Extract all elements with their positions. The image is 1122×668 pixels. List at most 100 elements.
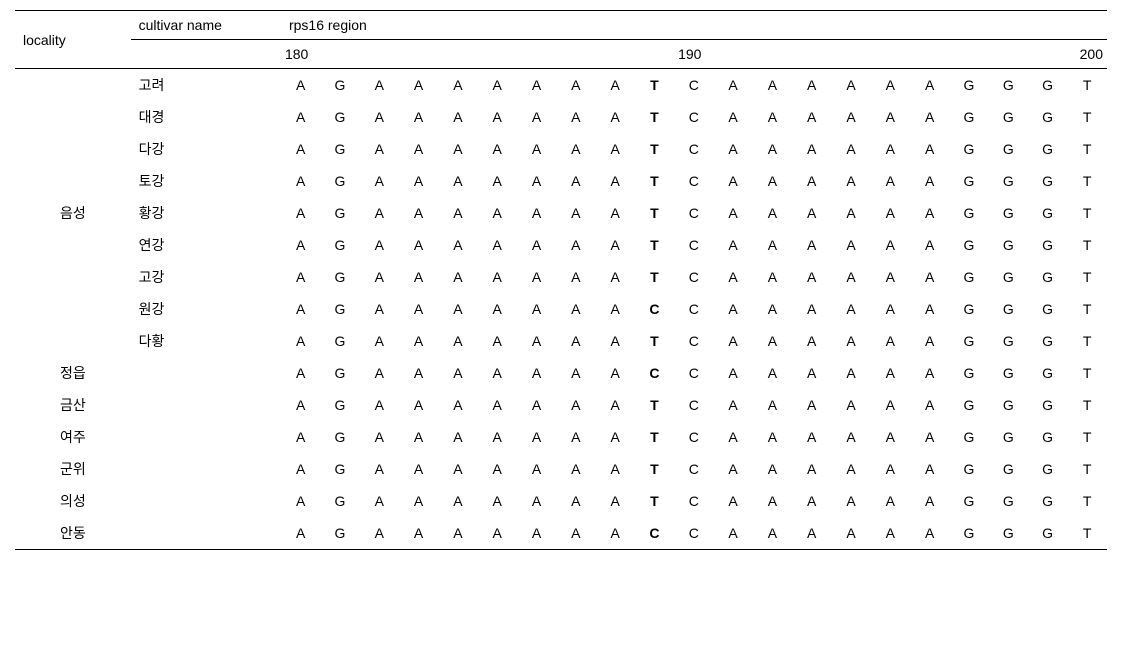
base-cell: A xyxy=(399,517,438,550)
base-cell: A xyxy=(438,485,477,517)
base-cell: A xyxy=(556,101,595,133)
base-cell: A xyxy=(713,293,752,325)
base-cell: A xyxy=(281,133,320,165)
base-cell: A xyxy=(478,293,517,325)
base-cell: A xyxy=(556,389,595,421)
base-cell: T xyxy=(1067,325,1107,357)
base-cell: A xyxy=(871,325,910,357)
base-cell: G xyxy=(949,389,988,421)
base-cell: T xyxy=(1067,485,1107,517)
base-cell: A xyxy=(517,453,556,485)
base-cell: A xyxy=(478,357,517,389)
base-cell: T xyxy=(1067,453,1107,485)
base-cell: G xyxy=(320,389,359,421)
base-cell: A xyxy=(753,197,792,229)
base-cell: A xyxy=(399,453,438,485)
cultivar-cell xyxy=(131,357,281,389)
base-cell: A xyxy=(753,325,792,357)
base-cell: T xyxy=(635,197,674,229)
base-cell: C xyxy=(635,293,674,325)
base-cell: A xyxy=(281,325,320,357)
base-cell: A xyxy=(713,485,752,517)
base-cell: A xyxy=(281,453,320,485)
base-cell: T xyxy=(635,101,674,133)
base-cell: A xyxy=(713,421,752,453)
table-row: 연강AGAAAAAAATCAAAAAAGGGT xyxy=(15,229,1107,261)
base-cell: A xyxy=(595,453,634,485)
base-cell: A xyxy=(399,485,438,517)
base-cell: A xyxy=(517,197,556,229)
base-cell: G xyxy=(320,69,359,102)
base-cell: G xyxy=(949,485,988,517)
base-cell: G xyxy=(989,357,1028,389)
base-cell: A xyxy=(753,293,792,325)
header-locality: locality xyxy=(15,11,131,69)
base-cell: A xyxy=(595,165,634,197)
base-cell: A xyxy=(478,325,517,357)
base-cell: G xyxy=(949,101,988,133)
base-cell: A xyxy=(831,133,870,165)
base-cell: T xyxy=(635,229,674,261)
table-row: 다황AGAAAAAAATCAAAAAAGGGT xyxy=(15,325,1107,357)
base-cell: A xyxy=(438,453,477,485)
base-cell: A xyxy=(910,165,949,197)
base-cell: A xyxy=(478,133,517,165)
base-cell: A xyxy=(753,101,792,133)
cultivar-cell xyxy=(131,485,281,517)
cultivar-cell xyxy=(131,389,281,421)
base-cell: A xyxy=(910,517,949,550)
base-cell: A xyxy=(478,485,517,517)
base-cell: A xyxy=(871,69,910,102)
table-row: 대경AGAAAAAAATCAAAAAAGGGT xyxy=(15,101,1107,133)
base-cell: T xyxy=(635,69,674,102)
base-cell: A xyxy=(831,389,870,421)
base-cell: G xyxy=(949,293,988,325)
base-cell: A xyxy=(360,133,399,165)
base-cell: A xyxy=(478,421,517,453)
base-cell: G xyxy=(1028,165,1067,197)
header-pos-180: 180 xyxy=(281,40,320,69)
base-cell: A xyxy=(556,69,595,102)
base-cell: A xyxy=(556,197,595,229)
cultivar-cell: 연강 xyxy=(131,229,281,261)
base-cell: A xyxy=(871,453,910,485)
base-cell: A xyxy=(792,421,831,453)
base-cell: A xyxy=(281,197,320,229)
base-cell: A xyxy=(360,261,399,293)
base-cell: G xyxy=(989,389,1028,421)
base-cell: T xyxy=(635,389,674,421)
base-cell: A xyxy=(831,325,870,357)
base-cell: A xyxy=(871,517,910,550)
base-cell: A xyxy=(792,133,831,165)
table-row: 안동AGAAAAAAACCAAAAAAGGGT xyxy=(15,517,1107,550)
base-cell: G xyxy=(320,357,359,389)
base-cell: A xyxy=(360,101,399,133)
base-cell: A xyxy=(360,69,399,102)
table-row: 군위AGAAAAAAATCAAAAAAGGGT xyxy=(15,453,1107,485)
base-cell: C xyxy=(635,517,674,550)
base-cell: G xyxy=(949,517,988,550)
base-cell: A xyxy=(595,325,634,357)
base-cell: G xyxy=(949,133,988,165)
base-cell: A xyxy=(792,229,831,261)
base-cell: A xyxy=(556,453,595,485)
base-cell: A xyxy=(871,485,910,517)
base-cell: A xyxy=(713,197,752,229)
cultivar-cell xyxy=(131,421,281,453)
base-cell: A xyxy=(556,229,595,261)
cultivar-cell: 다황 xyxy=(131,325,281,357)
base-cell: A xyxy=(281,421,320,453)
base-cell: A xyxy=(281,69,320,102)
base-cell: A xyxy=(478,165,517,197)
base-cell: A xyxy=(713,357,752,389)
base-cell: A xyxy=(910,101,949,133)
base-cell: A xyxy=(478,101,517,133)
base-cell: G xyxy=(949,453,988,485)
base-cell: A xyxy=(478,197,517,229)
table-row: 음성황강AGAAAAAAATCAAAAAAGGGT xyxy=(15,197,1107,229)
base-cell: A xyxy=(792,517,831,550)
base-cell: A xyxy=(517,165,556,197)
base-cell: A xyxy=(831,517,870,550)
base-cell: A xyxy=(556,517,595,550)
table-row: 원강AGAAAAAAACCAAAAAAGGGT xyxy=(15,293,1107,325)
